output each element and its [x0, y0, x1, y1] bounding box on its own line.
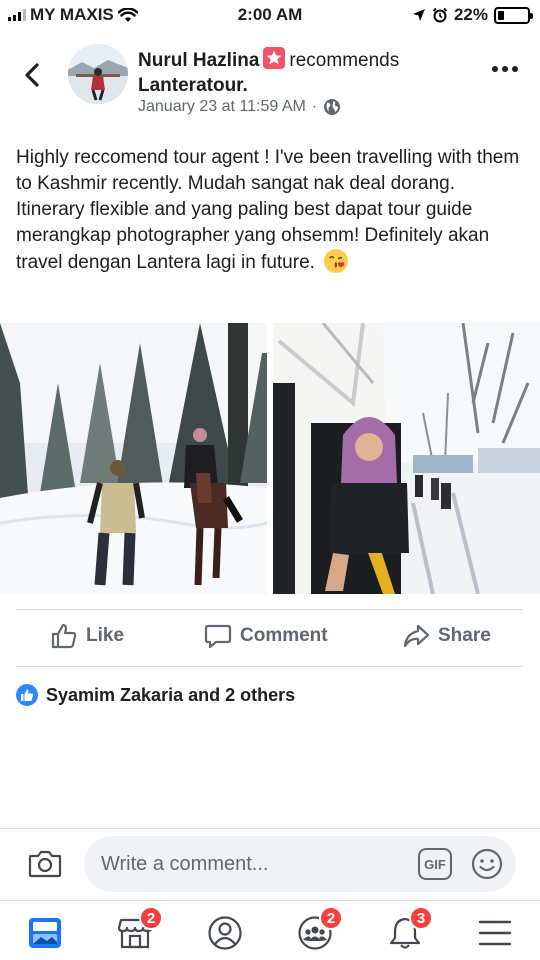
battery-percent: 22%	[453, 5, 488, 24]
notifications-badge: 3	[409, 906, 433, 930]
nav-notifications[interactable]: 3	[385, 906, 433, 953]
like-button[interactable]: Like	[50, 622, 124, 650]
post-actions: Like Comment Share	[0, 610, 540, 666]
comment-label: Comment	[240, 625, 328, 646]
nav-menu[interactable]	[475, 913, 515, 953]
thumbs-up-icon	[51, 623, 77, 649]
nav-groups[interactable]: 2	[295, 906, 343, 953]
meta-separator: ·	[311, 98, 318, 115]
battery-fill	[498, 10, 505, 20]
share-label: Share	[438, 625, 491, 646]
reactions-summary[interactable]: Syamim Zakaria and 2 others	[16, 684, 295, 706]
recommends-text: recommends	[289, 50, 400, 71]
chevron-left-icon[interactable]	[18, 60, 48, 90]
gif-label: GIF	[424, 856, 446, 872]
smiley-icon[interactable]	[471, 848, 503, 880]
post-timestamp[interactable]: January 23 at 11:59 AM	[138, 98, 306, 116]
like-reaction-icon	[16, 684, 38, 706]
post-meta: January 23 at 11:59 AM ·	[138, 98, 341, 116]
comment-bubble-icon	[204, 624, 232, 649]
photo-snow-forest-horse[interactable]	[0, 323, 267, 594]
like-label: Like	[86, 625, 125, 646]
share-button[interactable]: Share	[402, 622, 491, 650]
camera-icon[interactable]	[28, 849, 62, 879]
page-name[interactable]: Lanteratour.	[138, 75, 248, 96]
author-name[interactable]: Nurul Hazlina	[138, 50, 259, 71]
photo-van-window-snow-street[interactable]	[273, 323, 540, 594]
marketplace-badge: 2	[139, 906, 163, 930]
avatar[interactable]	[68, 44, 128, 104]
profile-icon	[208, 916, 242, 950]
alarm-icon	[432, 7, 448, 23]
hamburger-menu-icon	[478, 920, 512, 946]
gif-icon[interactable]: GIF	[418, 848, 452, 880]
reactions-text: Syamim Zakaria and 2 others	[46, 684, 296, 705]
comment-button[interactable]: Comment	[204, 622, 328, 650]
comment-composer: GIF	[0, 828, 540, 900]
globe-icon	[324, 99, 341, 115]
divider-bottom	[16, 666, 523, 667]
post-text: Highly reccomend tour agent ! I've been …	[16, 145, 521, 276]
share-arrow-icon	[403, 624, 430, 648]
more-dots-icon[interactable]	[492, 66, 518, 72]
groups-badge: 2	[319, 906, 343, 930]
kissing-face-emoji	[324, 249, 349, 273]
status-right: 22%	[412, 5, 533, 25]
bottom-navigation: 2 2 3	[0, 900, 540, 960]
news-feed-icon	[29, 918, 61, 948]
location-arrow-icon	[412, 9, 425, 21]
nav-profile[interactable]	[205, 913, 245, 953]
post-body: Highly reccomend tour agent ! I've been …	[16, 147, 520, 273]
post-author-line: Nurul Hazlina recommends Lanteratour.	[138, 47, 468, 98]
nav-news-feed[interactable]	[25, 913, 65, 953]
status-bar: MY MAXIS 2:00 AM 22%	[0, 0, 540, 30]
recommends-star-icon	[263, 47, 286, 69]
battery-icon	[494, 6, 533, 24]
nav-marketplace[interactable]: 2	[115, 906, 163, 953]
